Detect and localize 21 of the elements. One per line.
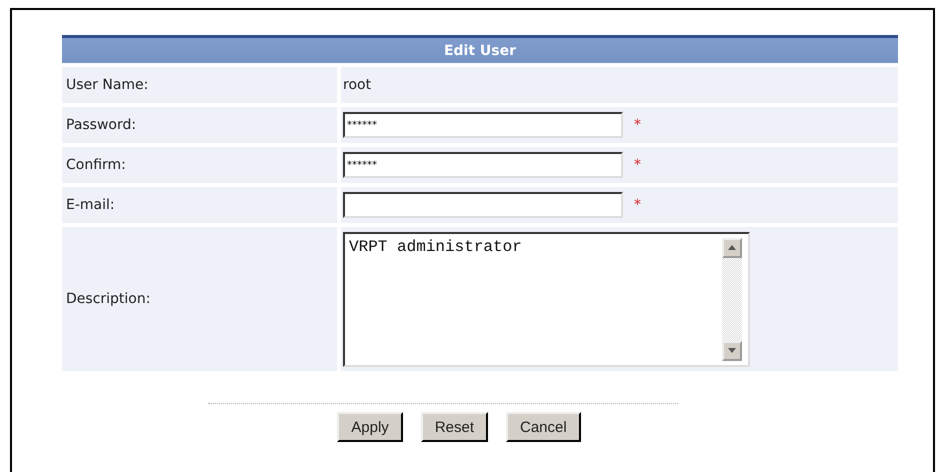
- required-mark: *: [634, 197, 641, 213]
- scrollbar[interactable]: [722, 238, 742, 360]
- form-title: Edit User: [62, 35, 898, 63]
- description-value: VRPT administrator: [348, 236, 523, 258]
- scroll-up-icon[interactable]: [722, 238, 742, 258]
- form-button[interactable]: Apply: [337, 412, 403, 442]
- field-label: Password:: [62, 107, 337, 143]
- user-name-value: root: [343, 77, 372, 93]
- field-label: Description:: [62, 227, 337, 371]
- input-field[interactable]: ******: [343, 112, 623, 138]
- field-label: E-mail:: [62, 187, 337, 223]
- field-label: User Name:: [62, 67, 337, 103]
- input-field[interactable]: ******: [343, 152, 623, 178]
- scroll-down-icon[interactable]: [722, 340, 742, 360]
- required-mark: *: [634, 157, 641, 173]
- required-mark: *: [634, 117, 641, 133]
- field-label: Confirm:: [62, 147, 337, 183]
- form-button[interactable]: Reset: [420, 412, 488, 442]
- form-button[interactable]: Cancel: [506, 412, 581, 442]
- input-field[interactable]: [343, 192, 623, 218]
- description-textarea[interactable]: VRPT administrator: [343, 232, 750, 366]
